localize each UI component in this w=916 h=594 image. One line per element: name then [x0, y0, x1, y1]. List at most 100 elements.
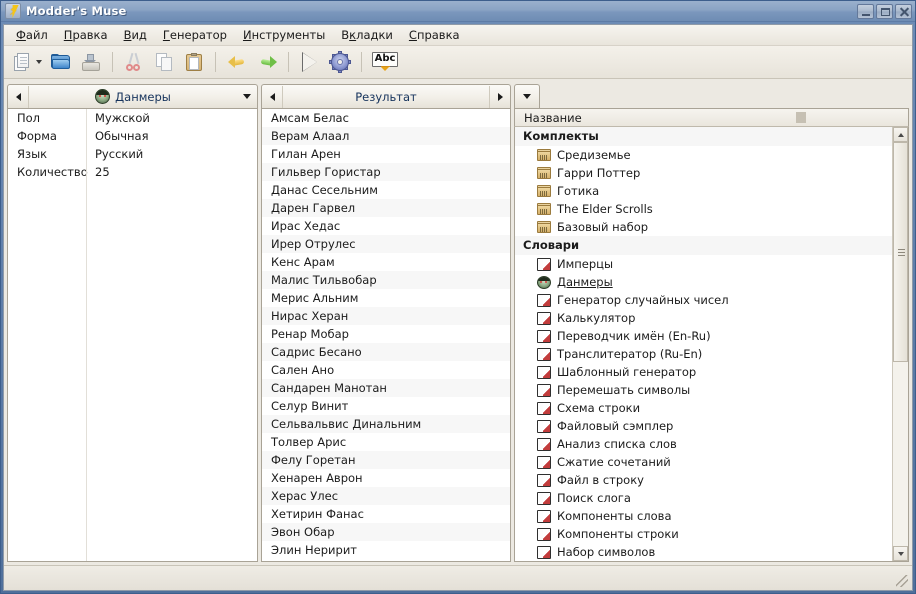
left-tab-prev-button[interactable] — [8, 85, 29, 108]
new-document-button[interactable] — [8, 49, 36, 75]
menu-help[interactable]: Справка — [401, 26, 468, 44]
table-row[interactable]: Количество 25 — [8, 163, 257, 181]
minimize-button[interactable] — [857, 3, 874, 19]
list-item[interactable]: Сельвальвис Динальним — [262, 415, 510, 433]
tree-group-header[interactable]: Словари — [515, 236, 892, 255]
list-item[interactable]: Эвон Обар — [262, 523, 510, 541]
library-panel: Название Комплекты Средиземье Гарри Поттер… — [514, 83, 909, 562]
result-list[interactable]: Амсам Белас Верам Алаал Гилан Арен Гильвер … — [262, 109, 510, 561]
tree-item[interactable]: Генератор случайных чисел — [515, 291, 892, 309]
copy-button[interactable] — [150, 49, 178, 75]
list-item[interactable]: Ренар Мобар — [262, 325, 510, 343]
list-item[interactable]: Ирер Отрулес — [262, 235, 510, 253]
tree-item[interactable]: Анализ списка слов — [515, 435, 892, 453]
list-item[interactable]: Мерис Альним — [262, 289, 510, 307]
list-item[interactable]: Селур Винит — [262, 397, 510, 415]
tree-item[interactable]: Компоненты строки — [515, 525, 892, 543]
table-row[interactable]: Форма Обычная — [8, 127, 257, 145]
list-item[interactable]: Амсам Белас — [262, 109, 510, 127]
scroll-up-button[interactable] — [893, 127, 908, 142]
tree-item[interactable]: Базовый набор — [515, 218, 892, 236]
tree-item[interactable]: Гарри Поттер — [515, 164, 892, 182]
tree-item[interactable]: Поиск слога — [515, 489, 892, 507]
tree-item[interactable]: Файловый сэмплер — [515, 417, 892, 435]
open-button[interactable] — [47, 49, 75, 75]
tree-item[interactable]: Имперцы — [515, 255, 892, 273]
tree-item[interactable]: Схема строки — [515, 399, 892, 417]
list-item[interactable]: Малис Тильвобар — [262, 271, 510, 289]
tree-item[interactable]: Шаблонный генератор — [515, 363, 892, 381]
run-button[interactable] — [296, 49, 324, 75]
tree-item[interactable]: Набор символов — [515, 543, 892, 561]
library-tab-menu-button[interactable] — [514, 84, 540, 108]
tree-item[interactable]: Калькулятор — [515, 309, 892, 327]
list-item[interactable]: Сален Ано — [262, 361, 510, 379]
paste-button[interactable] — [180, 49, 208, 75]
tree-vertical-scrollbar[interactable] — [892, 127, 908, 561]
column-header-name: Название — [524, 110, 582, 125]
list-item[interactable]: Хенарен Аврон — [262, 469, 510, 487]
list-item[interactable]: Сандарен Манотан — [262, 379, 510, 397]
chevron-down-icon[interactable] — [36, 60, 42, 64]
crate-icon — [537, 149, 551, 161]
close-button[interactable] — [895, 3, 912, 19]
list-item[interactable]: Дарен Гарвел — [262, 199, 510, 217]
tree-item[interactable]: Готика — [515, 182, 892, 200]
list-item[interactable]: Данас Сесельним — [262, 181, 510, 199]
table-row[interactable]: Пол Мужской — [8, 109, 257, 127]
resize-grip-icon[interactable] — [896, 575, 908, 587]
settings-button[interactable] — [326, 49, 354, 75]
result-tab-prev-button[interactable] — [262, 85, 283, 108]
tree-column-header[interactable]: Название — [514, 108, 909, 127]
menu-view[interactable]: Вид — [116, 26, 155, 44]
left-tab-menu-button[interactable] — [237, 86, 257, 108]
scrollbar-track[interactable] — [893, 142, 908, 546]
save-button[interactable] — [77, 49, 105, 75]
list-item[interactable]: Кенс Арам — [262, 253, 510, 271]
tree-item-label: Файл в строку — [557, 473, 644, 487]
book-icon — [537, 510, 551, 523]
table-row[interactable]: Язык Русский — [8, 145, 257, 163]
list-item[interactable]: Верам Алаал — [262, 127, 510, 145]
param-key: Количество — [17, 165, 88, 179]
tree-group-header[interactable]: Комплекты — [515, 127, 892, 146]
tree-item[interactable]: Данмеры — [515, 273, 892, 291]
list-item[interactable]: Гильвер Гористар — [262, 163, 510, 181]
tab-dunmers[interactable]: Данмеры — [7, 84, 258, 108]
menu-tabs[interactable]: Вкладки — [333, 26, 401, 44]
menu-generator[interactable]: Генератор — [155, 26, 235, 44]
tree-item[interactable]: Сжатие сочетаний — [515, 453, 892, 471]
spellcheck-button[interactable]: Abc — [369, 49, 401, 75]
list-item[interactable]: Херас Улес — [262, 487, 510, 505]
tree-item-label: Транслитератор (Ru-En) — [557, 347, 703, 361]
tree-item[interactable]: Компоненты слова — [515, 507, 892, 525]
tab-result[interactable]: Результат — [261, 84, 511, 108]
list-item[interactable]: Гилан Арен — [262, 145, 510, 163]
tree-item[interactable]: Транслитератор (Ru-En) — [515, 345, 892, 363]
scroll-down-button[interactable] — [893, 546, 908, 561]
column-resize-handle[interactable] — [796, 112, 806, 123]
tree-item[interactable]: Средиземье — [515, 146, 892, 164]
menu-edit[interactable]: Правка — [56, 26, 116, 44]
list-item[interactable]: Ирас Хедас — [262, 217, 510, 235]
list-item[interactable]: Хетирин Фанас — [262, 505, 510, 523]
tree-item[interactable]: Перемешать символы — [515, 381, 892, 399]
tree-item[interactable]: Переводчик имён (En-Ru) — [515, 327, 892, 345]
list-item[interactable]: Толвер Арис — [262, 433, 510, 451]
cut-button[interactable] — [120, 49, 148, 75]
maximize-button[interactable] — [876, 3, 893, 19]
undo-button[interactable] — [223, 49, 251, 75]
list-item[interactable]: Элин Неририт — [262, 541, 510, 559]
menu-tools[interactable]: Инструменты — [235, 26, 333, 44]
list-item[interactable]: Фелу Горетан — [262, 451, 510, 469]
scrollbar-thumb[interactable] — [893, 142, 908, 362]
list-item[interactable]: Нирас Херан — [262, 307, 510, 325]
redo-button[interactable] — [253, 49, 281, 75]
library-tree[interactable]: Комплекты Средиземье Гарри Поттер Готика The… — [515, 127, 892, 561]
tree-item-label: Набор символов — [557, 545, 656, 559]
menu-file[interactable]: Файл — [8, 26, 56, 44]
tree-item[interactable]: The Elder Scrolls — [515, 200, 892, 218]
list-item[interactable]: Садрис Бесано — [262, 343, 510, 361]
tree-item[interactable]: Файл в строку — [515, 471, 892, 489]
result-tab-next-button[interactable] — [489, 85, 510, 108]
